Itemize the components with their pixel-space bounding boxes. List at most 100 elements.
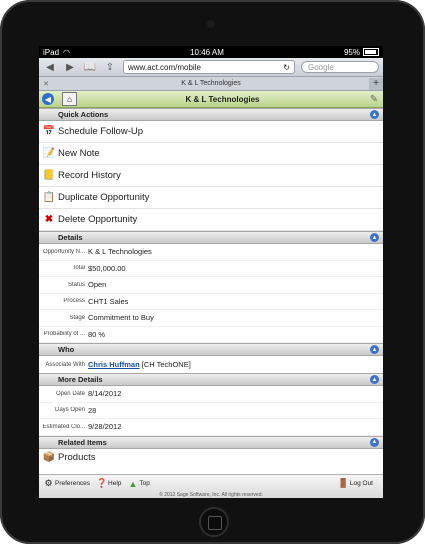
preferences-label: Preferences (55, 480, 91, 487)
help-icon: ❓ (95, 478, 108, 488)
collapse-icon[interactable]: ▲ (370, 345, 379, 354)
detail-row: Probability of ... 80 % (39, 327, 383, 343)
share-icon[interactable]: ⇪ (103, 60, 117, 74)
detail-label: Total (72, 265, 85, 272)
detail-label: Stage (69, 314, 85, 321)
section-label: More Details (58, 375, 103, 384)
history-icon: 📒 (42, 170, 56, 181)
home-icon[interactable]: ⌂ (62, 92, 77, 106)
detail-row: Estimated Clo... 9/28/2012 (39, 419, 383, 436)
section-related-items[interactable]: Related Items ▲ (39, 435, 383, 449)
detail-value: 8/14/2012 (88, 389, 122, 399)
logout-label: Log Out (349, 480, 373, 487)
schedule-follow-up-item[interactable]: 📅 Schedule Follow-Up (39, 121, 383, 143)
help-button[interactable]: ❓ Help (96, 478, 121, 489)
detail-label: Days Open (54, 407, 85, 414)
camera-icon (207, 20, 215, 28)
delete-icon: ✖ (44, 214, 54, 225)
tab-title[interactable]: K & L Technologies (53, 80, 369, 87)
section-label: Related Items (58, 437, 107, 447)
detail-row: Process CHT1 Sales (39, 294, 383, 310)
reload-icon[interactable]: ↻ (283, 63, 290, 72)
url-field[interactable]: www.act.com/mobile ↻ (123, 60, 295, 74)
wifi-icon: ◠ (63, 47, 70, 57)
section-label: Who (58, 345, 75, 354)
note-icon: 📝 (42, 148, 56, 159)
duplicate-icon: 📋 (42, 192, 56, 203)
detail-label: Estimated Clo... (42, 423, 85, 430)
detail-value: K & L Technologies (88, 247, 152, 257)
preferences-button[interactable]: ⚙ Preferences (43, 478, 90, 489)
detail-label: Opportunity N... (42, 248, 85, 255)
detail-row: Stage Commitment to Buy (39, 310, 383, 327)
collapse-icon[interactable]: ▲ (370, 375, 379, 384)
detail-value: 80 % (88, 329, 106, 339)
duplicate-opportunity-item[interactable]: 📋 Duplicate Opportunity (39, 187, 383, 209)
section-label: Details (58, 233, 83, 242)
search-input[interactable]: Google (301, 61, 379, 73)
detail-value: CHT1 Sales (88, 296, 129, 306)
main-content: Quick Actions ▲ 📅 Schedule Follow-Up 📝 N… (39, 108, 383, 465)
item-label: Products (58, 452, 96, 463)
associate-label: Associate With (45, 361, 85, 368)
status-time: 10:46 AM (190, 47, 224, 57)
delete-opportunity-item[interactable]: ✖ Delete Opportunity (39, 209, 383, 231)
battery-percent: 95% (343, 47, 360, 57)
section-label: Quick Actions (58, 110, 109, 119)
associate-row: Associate With Chris Huffman [CH TechONE… (39, 356, 383, 373)
footer-toolbar: ⚙ Preferences ❓ Help ▲ Top 🚪 Log Out © 2… (39, 474, 383, 498)
item-label: Record History (58, 170, 121, 181)
app-header: ◀ ⌂ K & L Technologies ✎ (39, 91, 383, 108)
section-who[interactable]: Who ▲ (39, 343, 383, 356)
top-button[interactable]: ▲ Top (127, 478, 149, 489)
detail-row: Days Open 28 (39, 403, 383, 419)
contact-link[interactable]: Chris Huffman (88, 360, 140, 369)
section-details[interactable]: Details ▲ (39, 231, 383, 244)
edit-icon[interactable]: ✎ (368, 93, 380, 105)
detail-value: 9/28/2012 (88, 422, 122, 432)
page-title: K & L Technologies (185, 94, 260, 104)
close-tab-icon[interactable]: ✕ (39, 80, 53, 88)
detail-label: Process (63, 298, 85, 305)
bookmarks-icon[interactable]: 📖 (83, 60, 97, 74)
detail-value: Open (88, 280, 107, 290)
detail-row: Status Open (39, 277, 383, 294)
screen: iPad ◠ 10:46 AM 95% ◀ ▶ 📖 ⇪ www.act.com/… (39, 46, 383, 498)
detail-row: Open Date 8/14/2012 (39, 386, 383, 403)
back-arrow-icon[interactable]: ◀ (43, 60, 57, 74)
collapse-icon[interactable]: ▲ (370, 437, 379, 447)
gear-icon: ⚙ (44, 478, 53, 488)
collapse-icon[interactable]: ▲ (370, 233, 379, 242)
help-label: Help (108, 480, 122, 487)
section-more-details[interactable]: More Details ▲ (39, 373, 383, 386)
new-tab-icon[interactable]: + (369, 77, 383, 90)
back-icon[interactable]: ◀ (42, 93, 54, 105)
tab-bar: ✕ K & L Technologies + (39, 77, 383, 91)
arrow-up-icon: ▲ (128, 478, 138, 489)
forward-arrow-icon[interactable]: ▶ (63, 60, 77, 74)
detail-row: Total $50,000.00 (39, 261, 383, 277)
collapse-icon[interactable]: ▲ (370, 110, 379, 119)
browser-toolbar: ◀ ▶ 📖 ⇪ www.act.com/mobile ↻ Google (39, 58, 383, 77)
home-button[interactable] (199, 507, 229, 537)
detail-value: 28 (88, 405, 97, 415)
detail-label: Open Date (55, 390, 85, 397)
item-label: Schedule Follow-Up (58, 126, 144, 137)
url-text: www.act.com/mobile (128, 62, 201, 72)
detail-value: $50,000.00 (88, 263, 126, 273)
item-label: Delete Opportunity (58, 214, 138, 225)
logout-button[interactable]: 🚪 Log Out (338, 478, 373, 489)
new-note-item[interactable]: 📝 New Note (39, 143, 383, 165)
company-label: [CH TechONE] (141, 360, 191, 369)
status-bar: iPad ◠ 10:46 AM 95% (39, 46, 383, 58)
detail-row: Opportunity N... K & L Technologies (39, 244, 383, 261)
detail-label: Probability of ... (43, 331, 85, 338)
detail-label: Status (67, 281, 85, 288)
products-item[interactable]: 📦 Products (39, 449, 383, 466)
logout-icon: 🚪 (337, 478, 349, 488)
item-label: Duplicate Opportunity (58, 192, 150, 203)
products-icon: 📦 (42, 452, 56, 463)
top-label: Top (139, 480, 150, 487)
section-quick-actions[interactable]: Quick Actions ▲ (39, 108, 383, 121)
record-history-item[interactable]: 📒 Record History (39, 165, 383, 187)
